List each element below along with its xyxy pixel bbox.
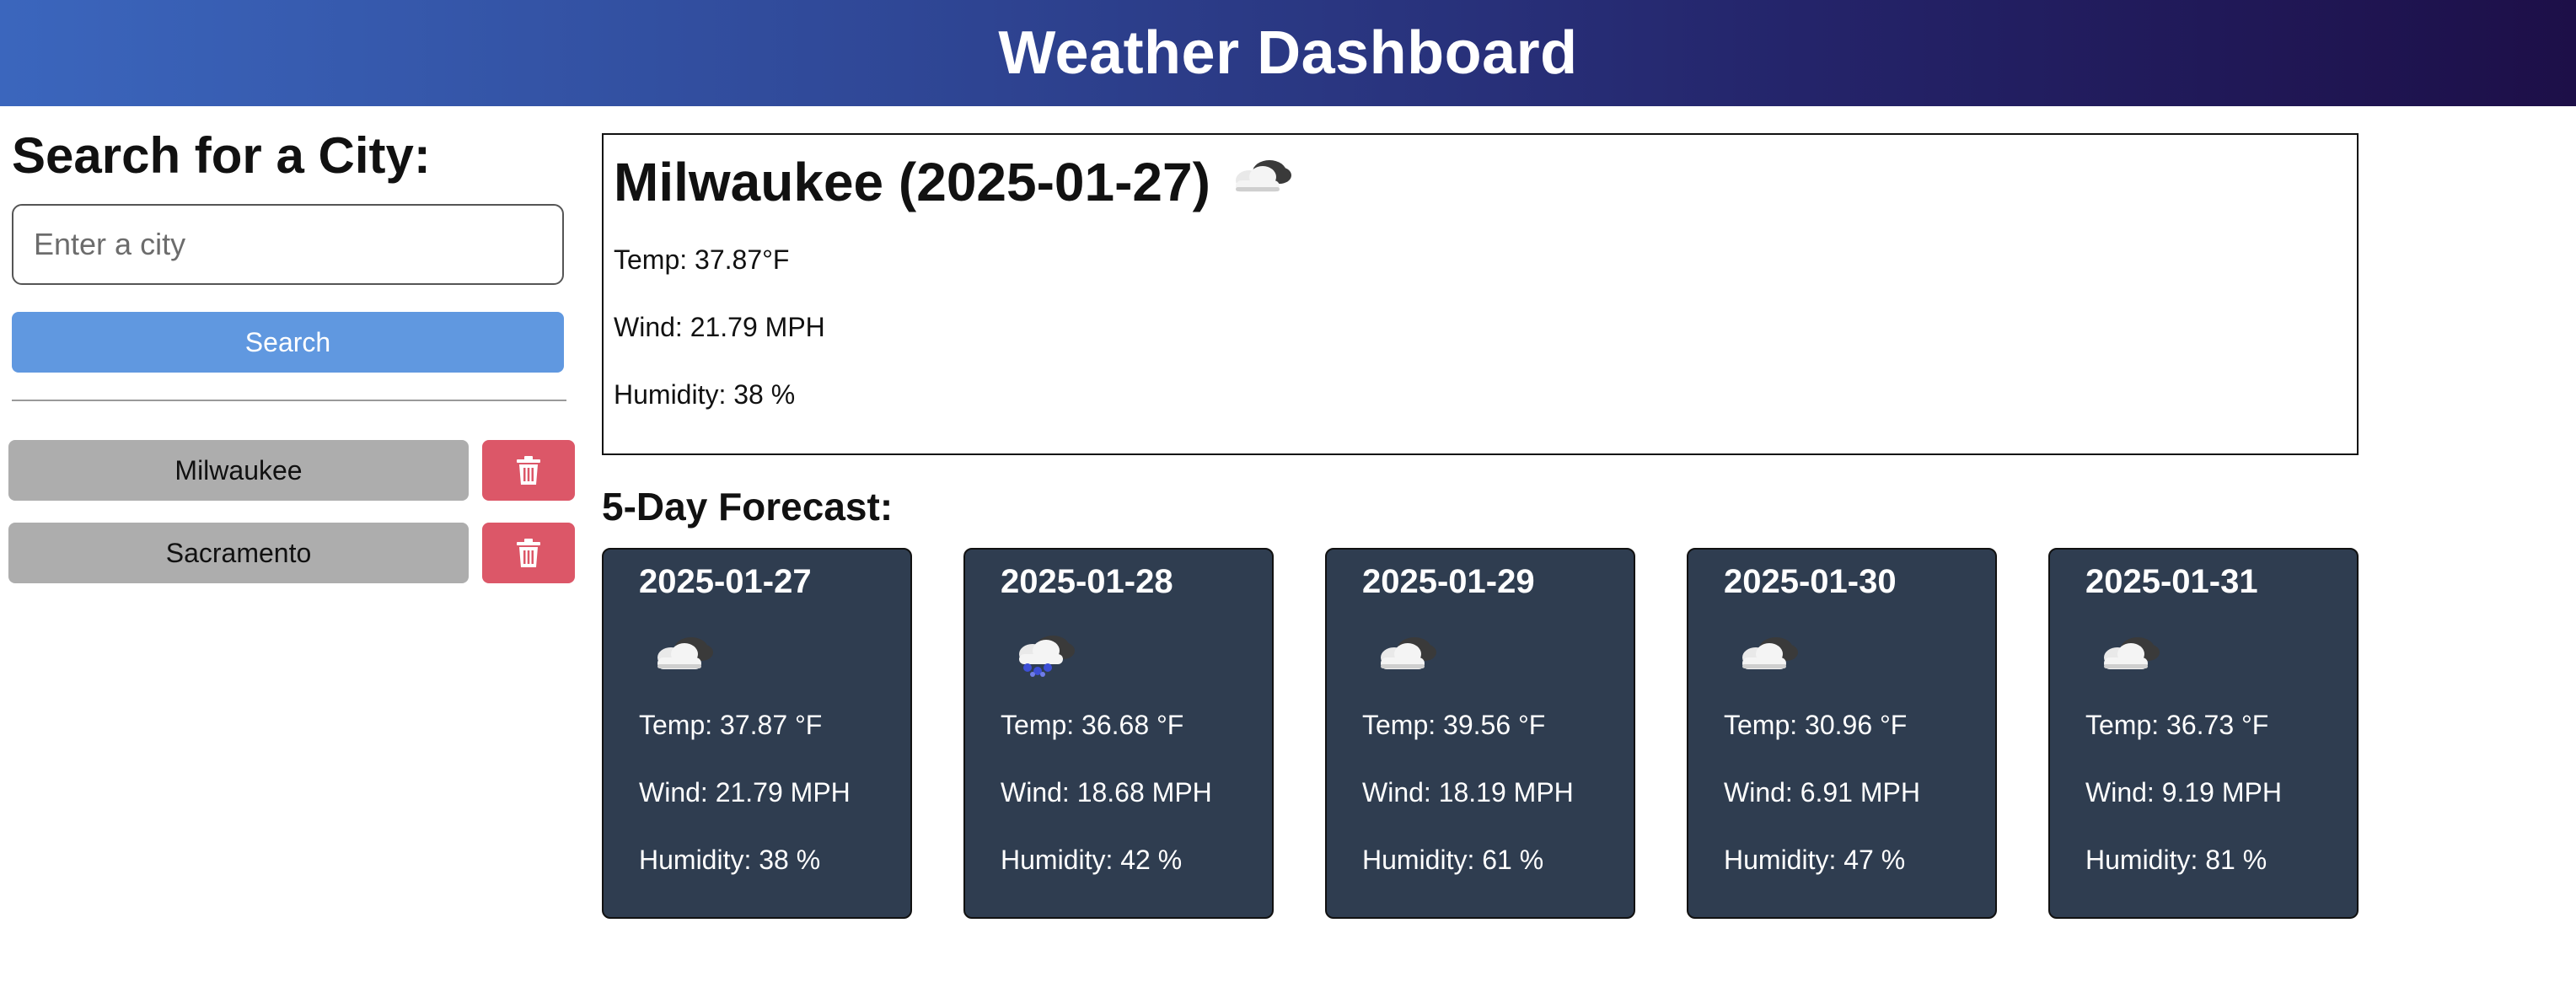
history-city-button[interactable]: Milwaukee [8, 440, 469, 501]
app-title: Weather Dashboard [998, 19, 1578, 87]
forecast-wind: Wind: 18.19 MPH [1362, 777, 1574, 808]
forecast-wind: Wind: 21.79 MPH [639, 777, 851, 808]
forecast-humidity: Humidity: 42 % [1001, 845, 1183, 875]
search-button[interactable]: Search [12, 312, 564, 373]
history-item: Milwaukee [8, 440, 575, 501]
trash-icon [517, 539, 540, 567]
forecast-card: 2025-01-29 Temp: 39.56 °F Wind: 18.19 MP… [1325, 548, 1635, 919]
forecast-wind: Wind: 6.91 MPH [1724, 777, 1920, 808]
forecast-date: 2025-01-31 [2085, 563, 2258, 600]
current-temp: Temp: 37.87°F [614, 244, 790, 275]
cloudy-icon [2089, 627, 2165, 682]
search-heading: Search for a City: [12, 127, 431, 184]
forecast-humidity: Humidity: 47 % [1724, 845, 1906, 875]
forecast-card: 2025-01-30 Temp: 30.96 °F Wind: 6.91 MPH… [1687, 548, 1997, 919]
forecast-humidity: Humidity: 81 % [2085, 845, 2267, 875]
forecast-card: 2025-01-31 Temp: 36.73 °F Wind: 9.19 MPH… [2048, 548, 2359, 919]
forecast-heading: 5-Day Forecast: [602, 485, 894, 529]
city-search-input[interactable] [12, 204, 564, 285]
forecast-temp: Temp: 39.56 °F [1362, 710, 1546, 740]
forecast-humidity: Humidity: 38 % [639, 845, 821, 875]
current-humidity: Humidity: 38 % [614, 379, 796, 410]
forecast-temp: Temp: 37.87 °F [639, 710, 823, 740]
current-weather-title: Milwaukee (2025-01-27) [614, 150, 1296, 213]
sidebar: Search for a City: Search Milwaukee Sacr… [0, 106, 582, 998]
cloudy-icon [1366, 627, 1441, 682]
delete-city-button[interactable] [482, 440, 575, 501]
cloudy-icon [1221, 150, 1296, 213]
current-wind: Wind: 21.79 MPH [614, 312, 825, 342]
forecast-temp: Temp: 36.68 °F [1001, 710, 1184, 740]
forecast-temp: Temp: 30.96 °F [1724, 710, 1908, 740]
current-city-date: Milwaukee (2025-01-27) [614, 151, 1210, 212]
history-item: Sacramento [8, 523, 575, 583]
current-weather-panel: Milwaukee (2025-01-27) Temp: 37.87°F Win… [602, 133, 2359, 455]
app-header: Weather Dashboard [0, 0, 2576, 106]
forecast-date: 2025-01-29 [1362, 563, 1535, 600]
forecast-card: 2025-01-28 Temp: 36.68 °F Wind: 18.68 MP… [963, 548, 1274, 919]
history-city-button[interactable]: Sacramento [8, 523, 469, 583]
snow-cloud-icon [1004, 627, 1080, 682]
forecast-temp: Temp: 36.73 °F [2085, 710, 2269, 740]
forecast-humidity: Humidity: 61 % [1362, 845, 1544, 875]
delete-city-button[interactable] [482, 523, 575, 583]
forecast-wind: Wind: 9.19 MPH [2085, 777, 2282, 808]
cloudy-icon [1727, 627, 1803, 682]
divider [12, 400, 566, 401]
cloudy-icon [642, 627, 718, 682]
trash-icon [517, 456, 540, 485]
forecast-wind: Wind: 18.68 MPH [1001, 777, 1212, 808]
forecast-date: 2025-01-28 [1001, 563, 1173, 600]
forecast-date: 2025-01-30 [1724, 563, 1897, 600]
forecast-card: 2025-01-27 Temp: 37.87 °F Wind: 21.79 MP… [602, 548, 912, 919]
forecast-date: 2025-01-27 [639, 563, 812, 600]
